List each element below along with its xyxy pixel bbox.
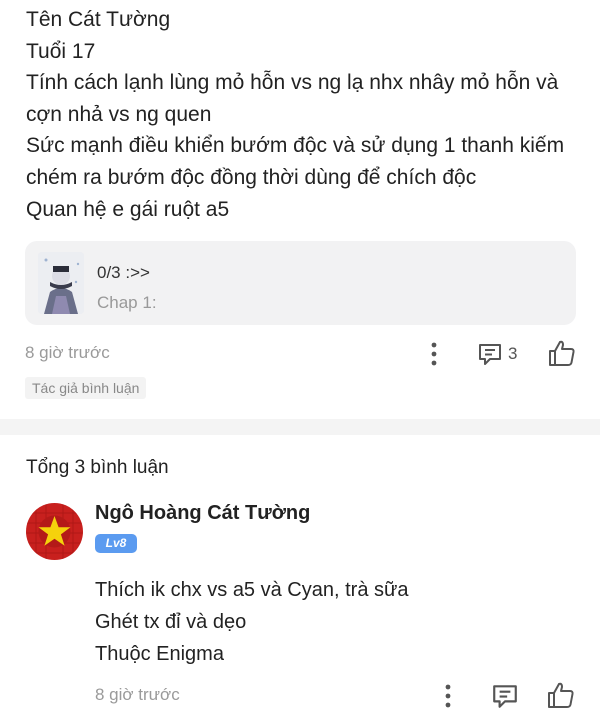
- thumbs-up-icon: [549, 340, 575, 366]
- post-body: Tên Cát Tường Tuổi 17 Tính cách lạnh lùn…: [26, 4, 586, 225]
- comment-icon: [479, 344, 501, 365]
- post-line: Tên Cát Tường: [26, 8, 171, 31]
- chapter-thumbnail: [38, 252, 84, 314]
- post: Tên Cát Tường Tuổi 17 Tính cách lạnh lùn…: [0, 0, 600, 420]
- avatar[interactable]: [26, 503, 83, 560]
- more-vertical-icon: [445, 684, 451, 708]
- comment-line: Ghét tx đỉ và dẹo: [95, 611, 247, 633]
- comment-line: Thích ik chx vs a5 và Cyan, trà sữa: [95, 579, 409, 601]
- post-timestamp: 8 giờ trước: [25, 343, 110, 362]
- comment-text: Thích ik chx vs a5 và Cyan, trà sữa Ghét…: [95, 574, 409, 670]
- thumbs-up-icon: [548, 682, 574, 708]
- chapter-title: Chap 1:: [97, 293, 157, 312]
- comment-line: Thuộc Enigma: [95, 643, 224, 665]
- chapter-card[interactable]: 0/3 :>> Chap 1:: [25, 241, 576, 325]
- commenter-name[interactable]: Ngô Hoàng Cát Tường: [95, 502, 310, 525]
- post-line: cợn nhả vs ng quen: [26, 102, 212, 126]
- comment-count: 3: [508, 344, 518, 363]
- author-comment-tag: Tác giả bình luận: [25, 377, 147, 399]
- reply-button[interactable]: [491, 682, 519, 710]
- comment-more-button[interactable]: [437, 682, 459, 710]
- post-line: chém ra bướm độc đồng thời dùng để chích…: [26, 165, 477, 189]
- post-line: Tính cách lạnh lùng mỏ hỗn vs ng lạ nhx …: [26, 71, 559, 95]
- post-meta-row: 8 giờ trước 3: [25, 338, 576, 370]
- section-divider: [0, 419, 600, 435]
- post-line: Sức mạnh điều khiển bướm độc và sử dụng …: [26, 134, 565, 158]
- post-line: Tuổi 17: [26, 39, 96, 63]
- comment-button[interactable]: 3: [477, 340, 517, 368]
- like-button[interactable]: [547, 338, 577, 368]
- more-options-button[interactable]: [423, 340, 445, 368]
- more-vertical-icon: [431, 342, 437, 366]
- comment-icon: [493, 685, 517, 708]
- level-badge: Lv8: [95, 534, 137, 553]
- post-line: Quan hệ e gái ruột a5: [26, 197, 230, 221]
- comment-like-button[interactable]: [546, 680, 576, 710]
- comment-timestamp: 8 giờ trước: [95, 685, 180, 704]
- comment-item: Ngô Hoàng Cát Tường Lv8 Thích ik chx vs …: [0, 495, 600, 712]
- chapter-progress: 0/3 :>>: [97, 263, 150, 282]
- comments-header: Tổng 3 bình luận: [26, 457, 169, 478]
